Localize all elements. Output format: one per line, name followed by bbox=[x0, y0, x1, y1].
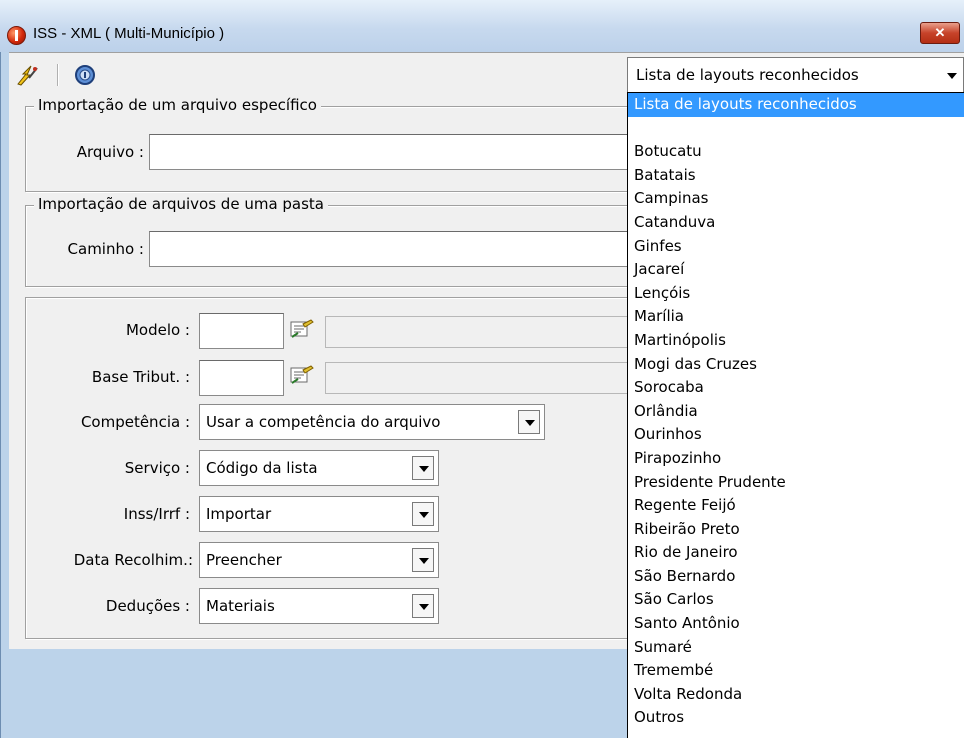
modelo-description bbox=[325, 316, 629, 348]
competencia-value: Usar a competência do arquivo bbox=[206, 413, 441, 431]
dropdown-option[interactable]: Lista de layouts reconhecidos bbox=[628, 93, 964, 117]
chevron-down-icon[interactable] bbox=[412, 456, 434, 480]
info-icon[interactable] bbox=[74, 64, 98, 86]
dropdown-option[interactable]: Marília bbox=[628, 305, 964, 329]
dropdown-option[interactable]: Regente Feijó bbox=[628, 494, 964, 518]
modelo-input[interactable] bbox=[199, 313, 284, 349]
toolbar-separator bbox=[57, 64, 59, 86]
dropdown-option[interactable]: Ginfes bbox=[628, 235, 964, 259]
dropdown-option[interactable]: Campinas bbox=[628, 187, 964, 211]
base-tribut-lookup-icon[interactable] bbox=[289, 364, 315, 386]
caminho-label: Caminho : bbox=[67, 240, 144, 258]
data-recolhim-label: Data Recolhim.: bbox=[73, 551, 193, 569]
dropdown-option[interactable]: Botucatu bbox=[628, 140, 964, 164]
deducoes-select[interactable]: Materiais bbox=[199, 588, 439, 624]
layout-select[interactable]: Lista de layouts reconhecidos bbox=[627, 57, 964, 93]
desktop: ISS - XML ( Multi-Município ) ✕ Importaç… bbox=[0, 0, 964, 738]
base-tribut-input[interactable] bbox=[199, 360, 284, 396]
dropdown-option[interactable]: Santo Antônio bbox=[628, 612, 964, 636]
inss-label: Inss/Irrf : bbox=[123, 505, 190, 523]
dropdown-option[interactable]: Lençóis bbox=[628, 282, 964, 306]
arquivo-input[interactable] bbox=[149, 134, 629, 170]
lightning-wand-icon[interactable] bbox=[15, 64, 39, 86]
dropdown-option[interactable]: Presidente Prudente bbox=[628, 471, 964, 495]
arquivo-label: Arquivo : bbox=[76, 143, 144, 161]
servico-label: Serviço : bbox=[124, 459, 190, 477]
dropdown-option[interactable]: Jacareí bbox=[628, 258, 964, 282]
layout-select-value: Lista de layouts reconhecidos bbox=[636, 66, 859, 84]
dropdown-option[interactable]: Mogi das Cruzes bbox=[628, 353, 964, 377]
dropdown-option[interactable]: Pirapozinho bbox=[628, 447, 964, 471]
title-bar[interactable]: ISS - XML ( Multi-Município ) ✕ bbox=[0, 0, 964, 52]
dropdown-option[interactable]: Orlândia bbox=[628, 400, 964, 424]
deducoes-value: Materiais bbox=[206, 597, 275, 615]
file-import-legend: Importação de um arquivo específico bbox=[34, 96, 321, 114]
chevron-down-icon[interactable] bbox=[412, 548, 434, 572]
folder-import-legend: Importação de arquivos de uma pasta bbox=[34, 195, 329, 213]
chevron-down-icon[interactable] bbox=[412, 502, 434, 526]
dropdown-option[interactable]: Batatais bbox=[628, 164, 964, 188]
deducoes-label: Deduções : bbox=[105, 597, 190, 615]
modelo-label: Modelo : bbox=[125, 321, 190, 339]
servico-value: Código da lista bbox=[206, 459, 318, 477]
dropdown-option[interactable]: Ribeirão Preto bbox=[628, 518, 964, 542]
dropdown-option[interactable]: Catanduva bbox=[628, 211, 964, 235]
app-info-icon bbox=[7, 26, 26, 45]
dropdown-option[interactable]: Sorocaba bbox=[628, 376, 964, 400]
dropdown-option[interactable]: São Carlos bbox=[628, 588, 964, 612]
dropdown-option[interactable]: Tremembé bbox=[628, 659, 964, 683]
data-recolhim-select[interactable]: Preencher bbox=[199, 542, 439, 578]
close-button[interactable]: ✕ bbox=[920, 22, 960, 44]
base-tribut-description bbox=[325, 362, 629, 394]
dropdown-option[interactable]: Outros bbox=[628, 706, 964, 730]
dropdown-option[interactable]: São Bernardo bbox=[628, 565, 964, 589]
dropdown-option[interactable]: Rio de Janeiro bbox=[628, 541, 964, 565]
layout-dropdown-list[interactable]: Lista de layouts reconhecidos Botucatu Bat… bbox=[627, 92, 964, 738]
chevron-down-icon[interactable] bbox=[518, 410, 540, 434]
inss-value: Importar bbox=[206, 505, 272, 523]
dropdown-option[interactable]: Volta Redonda bbox=[628, 683, 964, 707]
inss-select[interactable]: Importar bbox=[199, 496, 439, 532]
dropdown-option[interactable]: Ourinhos bbox=[628, 423, 964, 447]
window-title: ISS - XML ( Multi-Município ) bbox=[33, 25, 225, 42]
data-recolhim-value: Preencher bbox=[206, 551, 282, 569]
base-tribut-label: Base Tribut. : bbox=[91, 368, 190, 386]
caminho-input[interactable] bbox=[149, 231, 629, 267]
servico-select[interactable]: Código da lista bbox=[199, 450, 439, 486]
dropdown-option[interactable] bbox=[628, 117, 964, 141]
competencia-select[interactable]: Usar a competência do arquivo bbox=[199, 404, 545, 440]
chevron-down-icon[interactable] bbox=[941, 62, 963, 89]
modelo-lookup-icon[interactable] bbox=[289, 318, 315, 340]
chevron-down-icon[interactable] bbox=[412, 594, 434, 618]
dropdown-option[interactable]: Sumaré bbox=[628, 636, 964, 660]
dropdown-option[interactable]: Martinópolis bbox=[628, 329, 964, 353]
competencia-label: Competência : bbox=[80, 413, 190, 431]
